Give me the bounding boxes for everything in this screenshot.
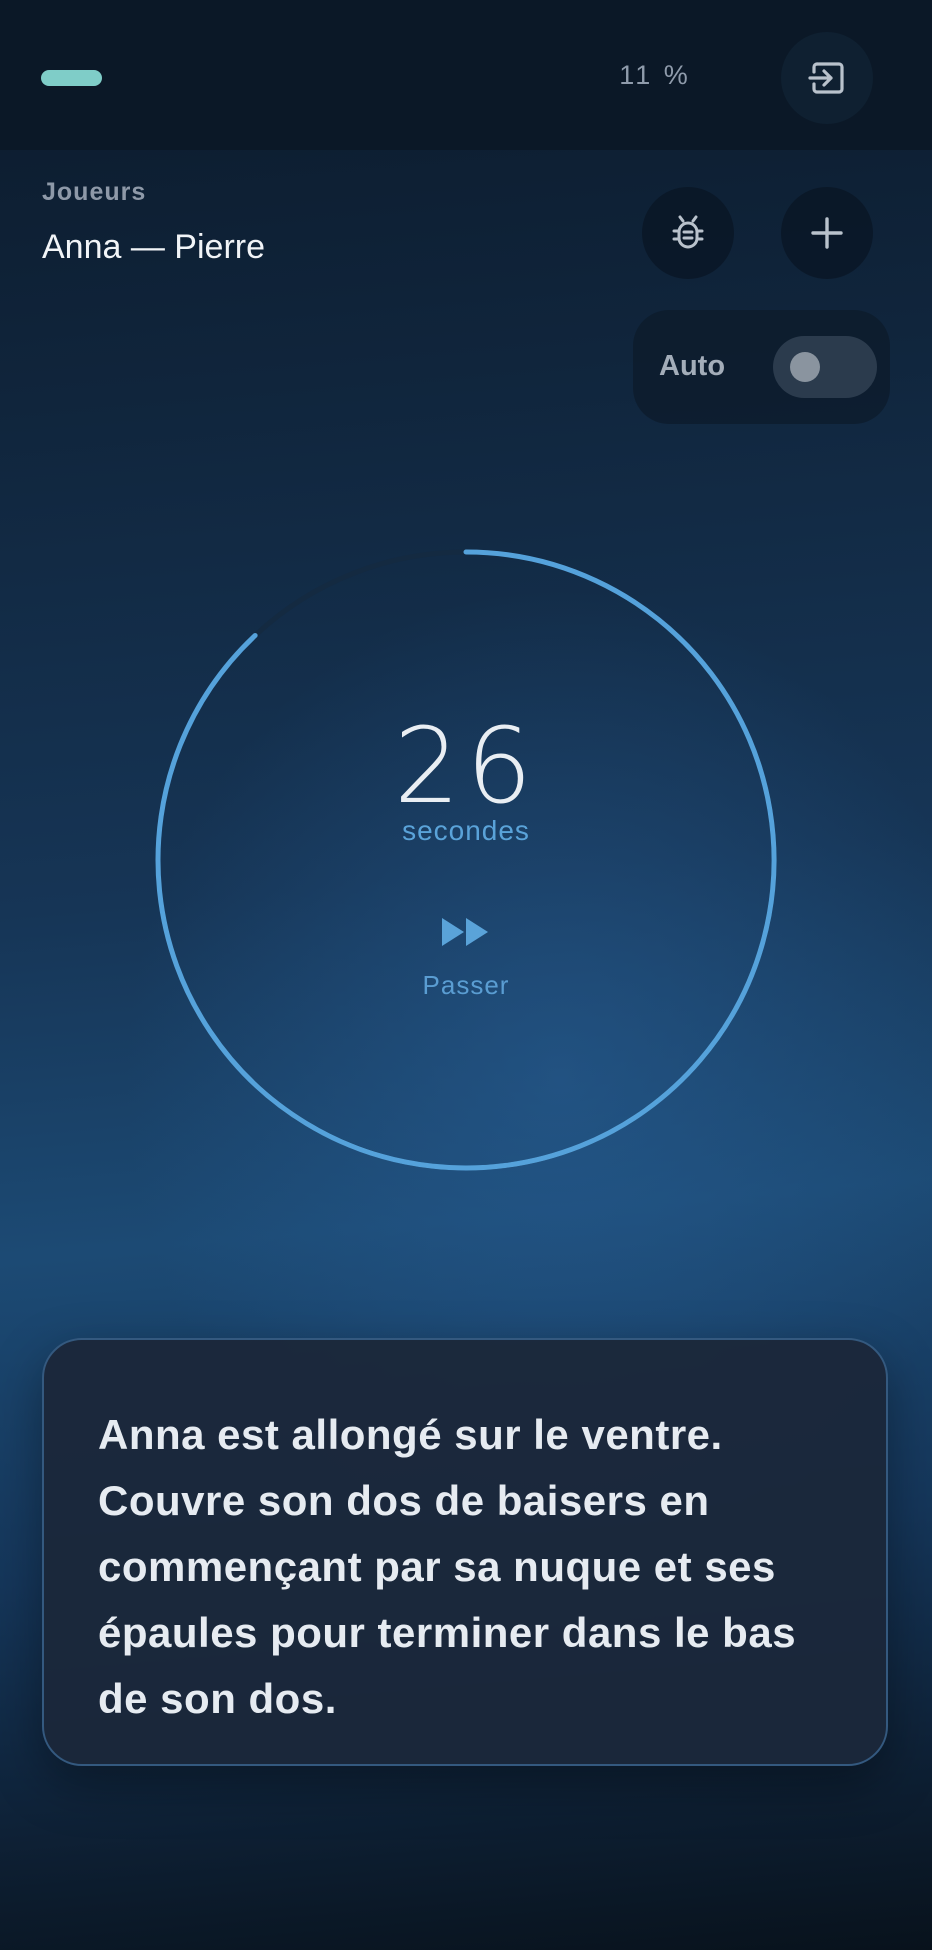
timer-value: 26 [393,705,539,827]
auto-label: Auto [659,350,726,382]
progress-indicator [41,70,102,86]
challenge-text: Anna est allongé sur le ventre. Couvre s… [98,1411,797,1722]
bug-icon [672,215,704,249]
countdown-ring-track [155,549,777,1171]
toggle-knob [790,352,820,382]
fast-forward-icon[interactable] [440,914,492,950]
challenge-card: Anna est allongé sur le ventre. Couvre s… [42,1338,888,1766]
exit-icon [808,62,844,94]
players-label: Joueurs [42,178,147,206]
countdown-ring [155,549,777,1171]
auto-mode-panel: Auto [633,310,890,424]
timer-unit: secondes [402,815,530,846]
auto-toggle[interactable] [773,336,877,398]
exit-button[interactable] [781,32,873,124]
report-bug-button[interactable] [642,187,734,279]
plus-icon [811,217,843,249]
add-button[interactable] [781,187,873,279]
skip-button[interactable]: Passer [366,970,566,1001]
countdown-ring-progress [155,549,777,1171]
progress-percent: 11 % [619,60,691,90]
players-names: Anna — Pierre [42,228,265,266]
top-bar: 11 % [0,0,932,150]
